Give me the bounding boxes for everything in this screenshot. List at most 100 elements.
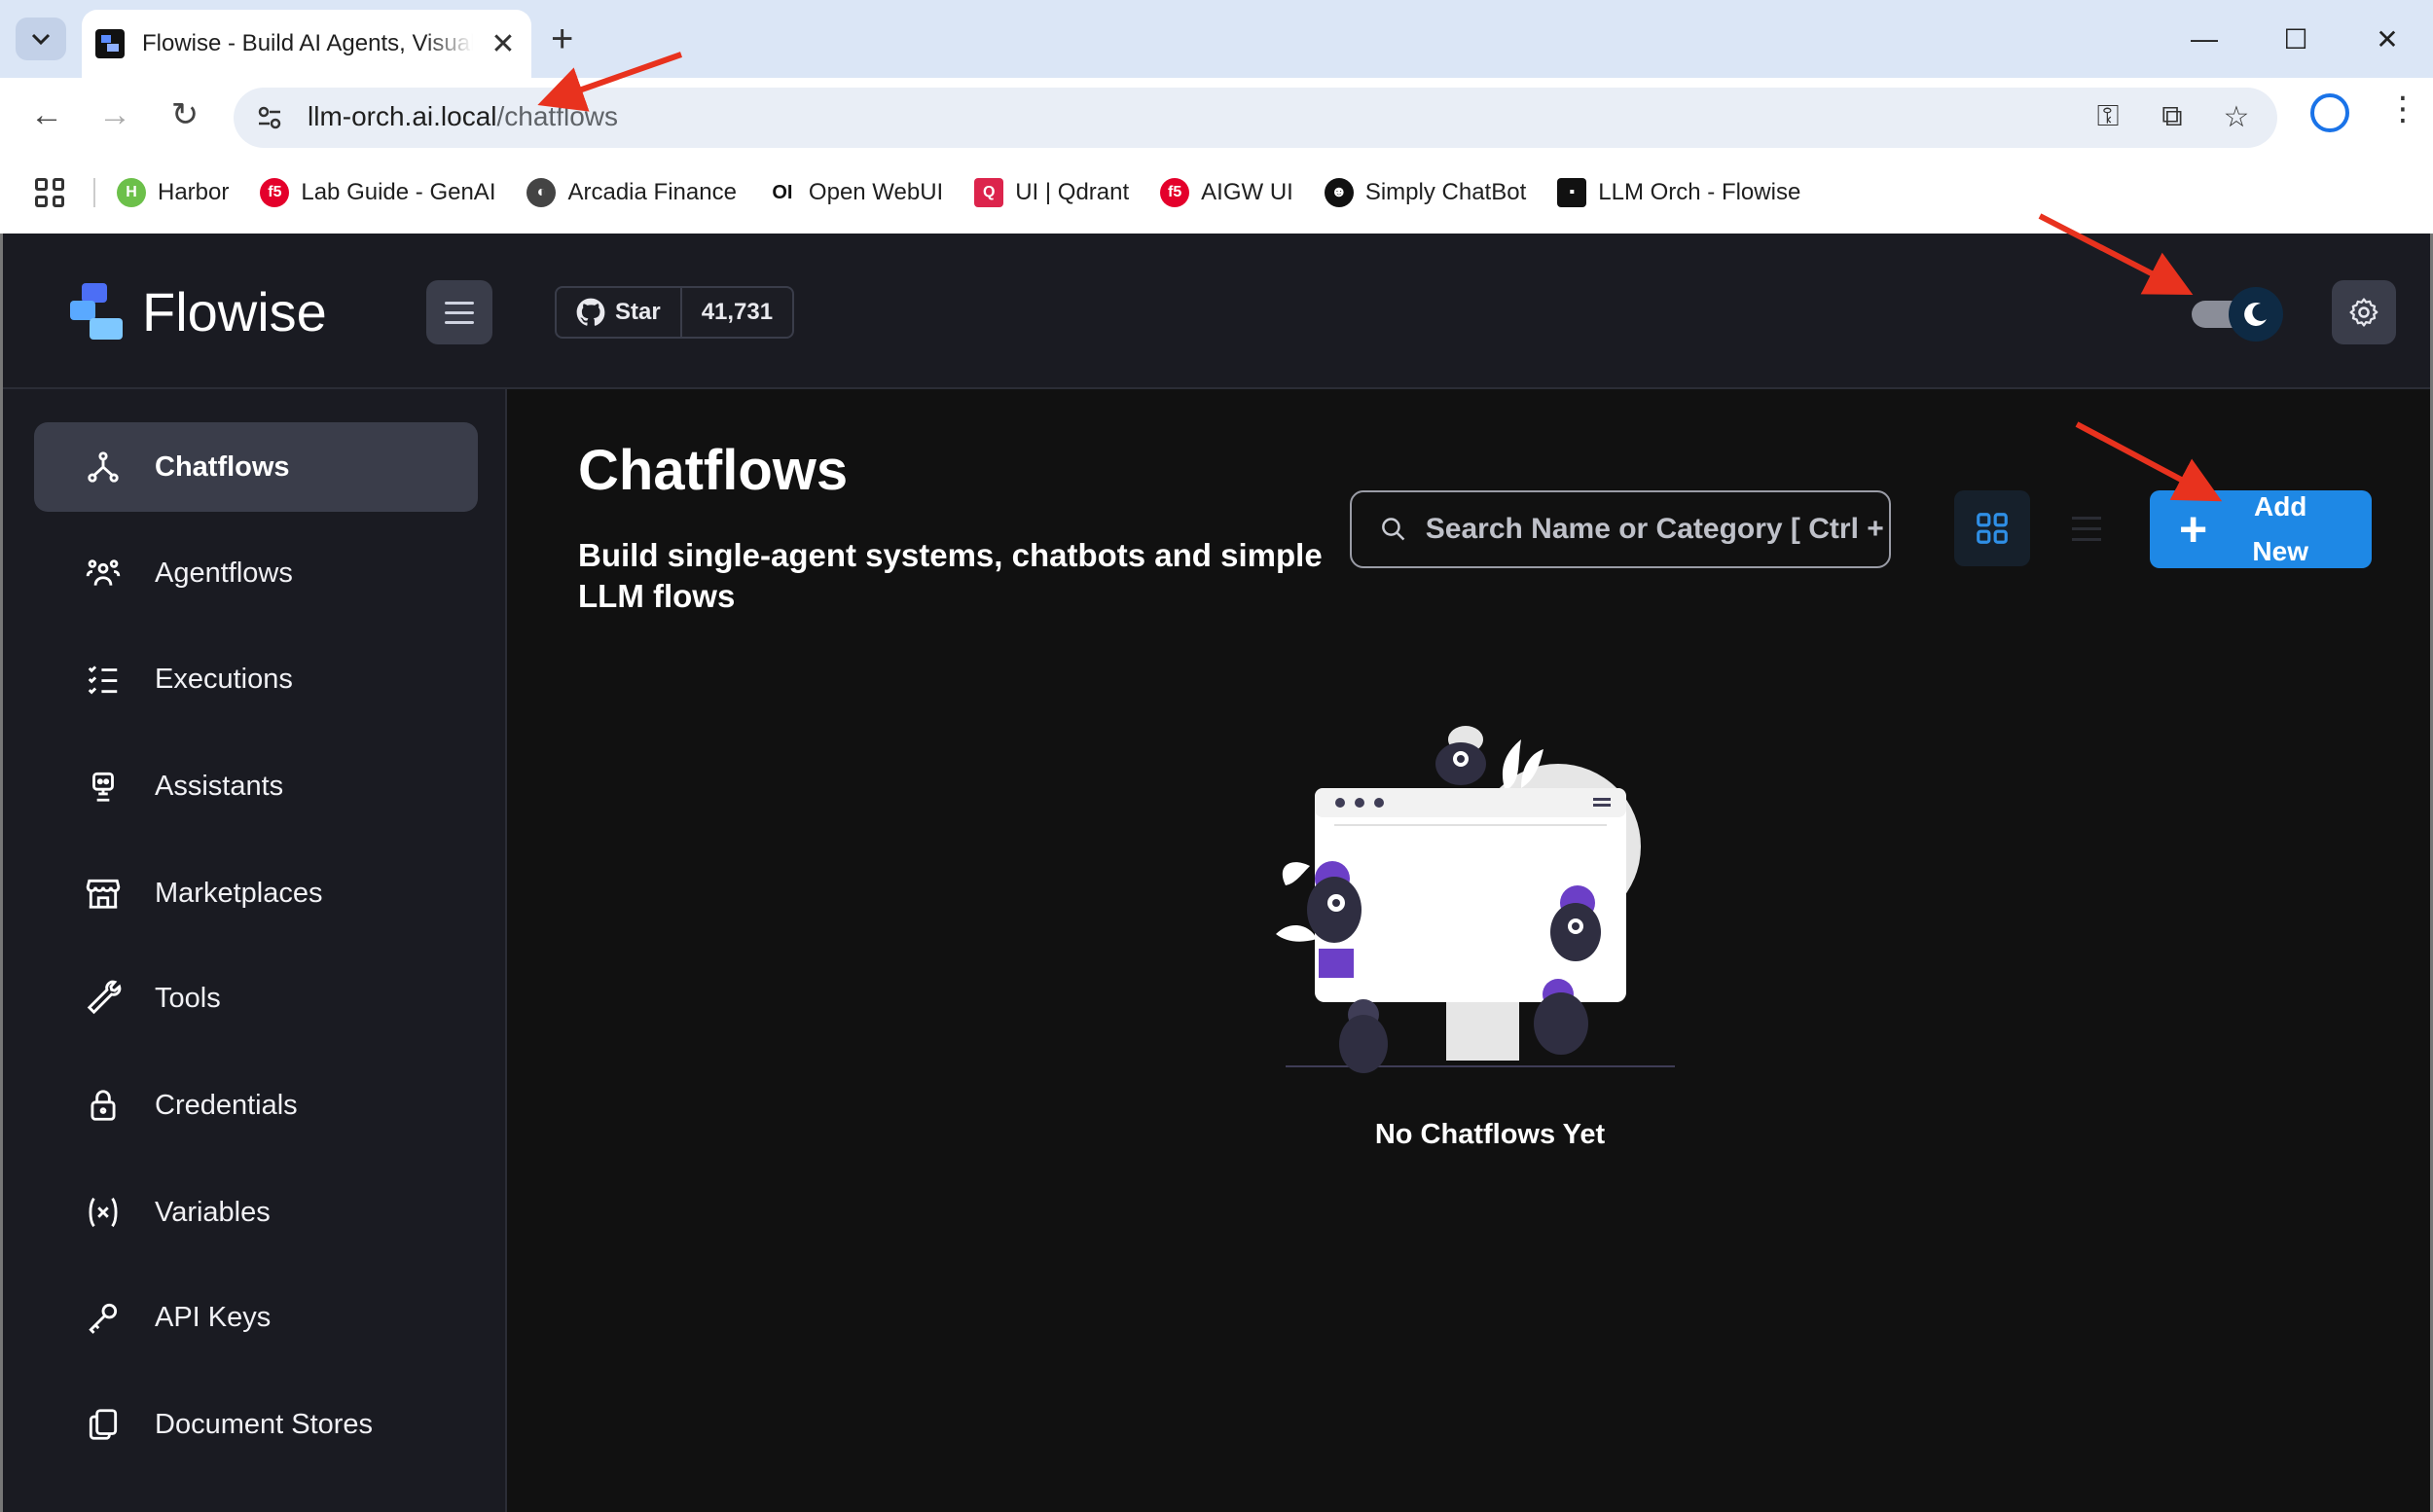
dark-mode-toggle[interactable] <box>2188 287 2285 342</box>
tab-title: Flowise - Build AI Agents, Visual LLM Ap… <box>142 30 473 56</box>
star-label: Star <box>615 299 661 325</box>
search-box[interactable] <box>1350 490 1891 568</box>
sidebar-item-agentflows[interactable]: Agentflows <box>34 528 478 618</box>
sidebar-item-chatflows[interactable]: Chatflows <box>34 422 478 512</box>
openwebui-icon: OI <box>772 181 793 203</box>
sidebar-item-tools[interactable]: Tools <box>34 954 478 1043</box>
add-new-button[interactable]: + Add New <box>2150 490 2372 568</box>
bookmark-label: Simply ChatBot <box>1364 179 1527 205</box>
url-text[interactable]: llm-orch.ai.local/chatflows <box>308 101 618 132</box>
sidebar-item-marketplaces[interactable]: Marketplaces <box>34 848 478 938</box>
bookmark-label: Lab Guide - GenAI <box>301 179 496 205</box>
chatflows-icon <box>85 449 122 486</box>
chatbot-icon: ☻ <box>1324 178 1354 207</box>
list-view-toggle[interactable] <box>2062 504 2111 553</box>
password-key-icon[interactable]: ⚿ <box>2090 99 2125 134</box>
settings-button[interactable] <box>2332 280 2396 344</box>
bookmark-simply-chatbot[interactable]: ☻ Simply ChatBot <box>1324 178 1527 207</box>
maximize-icon[interactable]: ☐ <box>2250 0 2342 78</box>
sidebar-item-label: Marketplaces <box>155 877 323 909</box>
assistants-icon <box>85 768 122 805</box>
bookmark-llm-orch[interactable]: ▪ LLM Orch - Flowise <box>1557 178 1800 207</box>
marketplace-icon <box>85 875 122 912</box>
tools-icon <box>85 980 122 1017</box>
sidebar-item-label: API Keys <box>155 1301 272 1333</box>
search-icon <box>1382 518 1405 541</box>
add-new-label: Add New <box>2252 491 2308 566</box>
bookmark-label: Harbor <box>158 179 230 205</box>
bookmark-open-webui[interactable]: OI Open WebUI <box>768 178 943 207</box>
browser-tab-active[interactable]: Flowise - Build AI Agents, Visual LLM Ap… <box>82 10 531 78</box>
sidebar-item-credentials[interactable]: Credentials <box>34 1061 478 1150</box>
variable-icon <box>85 1194 122 1231</box>
sidebar-item-label: Chatflows <box>155 450 290 483</box>
sidebar-item-label: Variables <box>155 1196 271 1228</box>
sidebar: Chatflows Agentflows Executions Assistan… <box>3 389 507 1512</box>
forward-icon[interactable]: → <box>93 93 136 136</box>
star-count[interactable]: 41,731 <box>682 288 792 337</box>
apps-grid-icon[interactable] <box>35 178 64 207</box>
sidebar-item-variables[interactable]: Variables <box>34 1168 478 1257</box>
bookmark-qdrant[interactable]: Q UI | Qdrant <box>974 178 1129 207</box>
card-view-toggle[interactable] <box>1954 490 2030 566</box>
qdrant-icon: Q <box>974 178 1004 207</box>
install-app-icon[interactable]: ⧉ <box>2155 99 2190 134</box>
grid-view-icon <box>1977 513 2008 544</box>
browser-toolbar: ← → ↻ llm-orch.ai.local/chatflows ⚿ ⧉ ☆ … <box>0 78 2433 152</box>
f5-icon: f5 <box>1160 178 1190 207</box>
bookmark-star-icon[interactable]: ☆ <box>2219 99 2254 134</box>
bookmarks-divider <box>93 178 95 207</box>
moon-icon <box>2229 287 2283 342</box>
tab-search-button[interactable] <box>16 18 66 60</box>
url-path: /chatflows <box>496 101 619 131</box>
bookmark-harbor[interactable]: H Harbor <box>117 178 229 207</box>
reload-icon[interactable]: ↻ <box>163 93 206 136</box>
gear-icon <box>2349 298 2379 327</box>
documents-icon <box>85 1406 122 1443</box>
sidebar-item-label: Executions <box>155 663 293 695</box>
sidebar-item-document-stores[interactable]: Document Stores <box>34 1380 478 1469</box>
back-icon[interactable]: ← <box>25 93 68 136</box>
site-info-icon[interactable] <box>255 103 284 132</box>
key-icon <box>85 1299 122 1336</box>
sidebar-item-assistants[interactable]: Assistants <box>34 741 478 831</box>
plus-icon: + <box>2179 502 2208 557</box>
bookmark-label: UI | Qdrant <box>1015 179 1130 205</box>
close-tab-icon[interactable]: ✕ <box>489 27 518 61</box>
menu-toggle-button[interactable] <box>426 280 492 344</box>
address-bar[interactable]: llm-orch.ai.local/chatflows ⚿ ⧉ ☆ <box>234 88 2277 148</box>
empty-state-illustration <box>1276 726 1675 1073</box>
profile-avatar-icon[interactable] <box>2310 93 2349 132</box>
executions-icon <box>85 661 122 698</box>
sidebar-item-api-keys[interactable]: API Keys <box>34 1273 478 1362</box>
flowise-logo[interactable]: Flowise <box>70 280 327 343</box>
new-tab-button[interactable]: + <box>551 18 573 60</box>
browser-tab-strip: Flowise - Build AI Agents, Visual LLM Ap… <box>0 0 2433 78</box>
bookmark-label: LLM Orch - Flowise <box>1598 179 1801 205</box>
flowise-icon: ▪ <box>1557 178 1587 207</box>
bookmarks-bar: H Harbor f5 Lab Guide - GenAI ◐ Arcadia Fin… <box>0 152 2433 234</box>
github-icon <box>576 298 605 326</box>
bookmark-label: Open WebUI <box>808 179 944 205</box>
github-star-button[interactable]: Star <box>557 288 682 337</box>
empty-state-message: No Chatflows Yet <box>1374 1119 1606 1150</box>
agentflows-icon <box>85 555 122 592</box>
browser-menu-icon[interactable]: ⋮ <box>2386 90 2419 128</box>
f5-icon: f5 <box>260 178 290 207</box>
globe-icon: ◐ <box>527 178 557 207</box>
page-description: Build single-agent systems, chatbots and… <box>578 537 1323 614</box>
bookmark-label: AIGW UI <box>1201 179 1293 205</box>
flowise-favicon-icon <box>95 29 125 58</box>
sidebar-item-executions[interactable]: Executions <box>34 634 478 724</box>
bookmark-arcadia[interactable]: ◐ Arcadia Finance <box>527 178 737 207</box>
bookmark-lab-guide[interactable]: f5 Lab Guide - GenAI <box>260 178 495 207</box>
bookmark-label: Arcadia Finance <box>567 179 737 205</box>
minimize-icon[interactable]: — <box>2159 0 2250 78</box>
bookmark-aigw[interactable]: f5 AIGW UI <box>1160 178 1293 207</box>
sidebar-item-label: Tools <box>155 982 221 1014</box>
chevron-down-icon <box>31 33 51 46</box>
close-window-icon[interactable]: ✕ <box>2342 0 2433 78</box>
search-input[interactable] <box>1425 513 1889 546</box>
harbor-icon: H <box>117 178 146 207</box>
github-star-widget[interactable]: Star 41,731 <box>555 286 795 339</box>
